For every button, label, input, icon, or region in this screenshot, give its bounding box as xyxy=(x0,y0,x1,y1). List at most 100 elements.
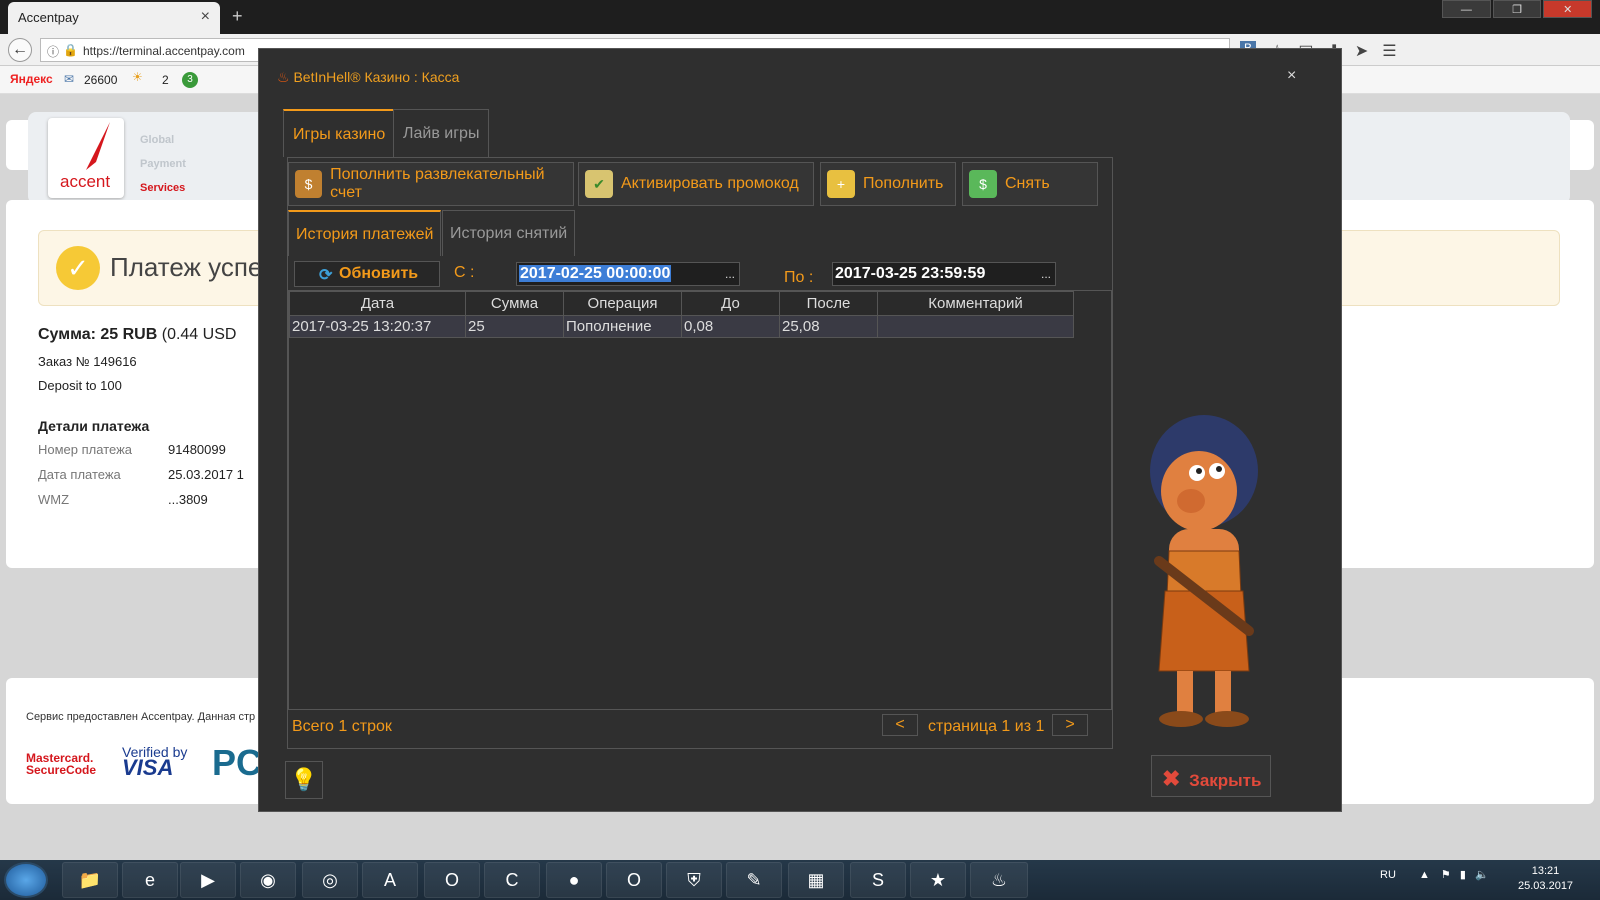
securecode-line: SecureCode xyxy=(26,763,97,777)
tanks-icon[interactable]: ⛨ xyxy=(666,862,722,898)
app-c-icon[interactable]: C xyxy=(484,862,540,898)
badge[interactable]: 3 xyxy=(182,72,198,88)
close-button[interactable]: ✖ Закрыть xyxy=(1151,755,1271,797)
weather-value[interactable]: 2 xyxy=(162,73,169,87)
betinhell-icon[interactable]: ♨ xyxy=(970,862,1028,898)
dialog-title: ♨ BetInHell® Казино : Касса xyxy=(277,69,459,86)
detail-value: 25.03.2017 1 xyxy=(168,467,244,482)
new-tab-icon[interactable]: + xyxy=(232,6,243,27)
visa-logo: Verified by VISA xyxy=(122,744,187,780)
info-icon[interactable]: ⓘ xyxy=(47,43,59,60)
flag-icon[interactable]: ⚑ xyxy=(1441,869,1451,881)
chrome-icon[interactable]: ◎ xyxy=(302,862,358,898)
details-title: Детали платежа xyxy=(38,418,150,434)
topup-button[interactable]: + Пополнить xyxy=(820,162,956,206)
tab-close-icon[interactable]: × xyxy=(201,8,210,26)
tab-payment-history[interactable]: История платежей xyxy=(288,210,442,256)
send-icon[interactable]: ➤ xyxy=(1355,41,1368,61)
col-operation[interactable]: Операция xyxy=(563,291,682,316)
to-date-picker-button[interactable]: ... xyxy=(1036,262,1056,286)
green-a-icon[interactable]: A xyxy=(362,862,418,898)
refresh-button[interactable]: ⟳ Обновить xyxy=(294,261,440,287)
window-close-icon[interactable]: ✕ xyxy=(1543,0,1593,18)
logo-mark-icon xyxy=(86,122,110,170)
clock-date: 25.03.2017 xyxy=(1518,880,1574,892)
detail-value: ...3809 xyxy=(168,492,208,507)
back-arrow-icon[interactable]: ← xyxy=(8,38,32,62)
coins-plus-icon: + xyxy=(827,170,855,198)
detail-value: 91480099 xyxy=(168,442,226,457)
promo-button[interactable]: ✔ Активировать промокод xyxy=(578,162,814,206)
brk-icon[interactable]: ● xyxy=(546,862,602,898)
dialog-close-icon[interactable]: × xyxy=(1287,67,1296,85)
maximize-icon[interactable]: ❐ xyxy=(1492,0,1542,18)
firefox-icon[interactable]: ◉ xyxy=(240,862,296,898)
withdraw-button[interactable]: $ Снять xyxy=(962,162,1098,206)
table-row[interactable]: 2017-03-25 13:20:37 25 Пополнение 0,08 2… xyxy=(289,315,1074,338)
lightbulb-icon[interactable]: 💡 xyxy=(285,761,323,799)
ie-icon[interactable]: e xyxy=(122,862,178,898)
lock-icon: 🔒 xyxy=(63,43,78,57)
mail-icon: ✉ xyxy=(64,72,75,86)
deposit-fun-button[interactable]: $ Пополнить развлекательный счет xyxy=(288,162,574,206)
chart-app-icon[interactable]: ▦ xyxy=(788,862,844,898)
volume-icon[interactable]: 🔈 xyxy=(1475,869,1489,881)
refresh-icon: ⟳ xyxy=(319,267,333,284)
logo-text: accent xyxy=(60,172,111,191)
media-player-icon[interactable]: ▶ xyxy=(180,862,236,898)
detail-label: WMZ xyxy=(38,492,70,507)
detail-row: Дата платежа 25.03.2017 1 xyxy=(38,467,244,482)
from-date-picker-button[interactable]: ... xyxy=(720,262,740,286)
prev-page-button[interactable]: < xyxy=(882,714,918,736)
mastercard-logo: Mastercard. SecureCode xyxy=(26,752,96,776)
tab-withdraw-history[interactable]: История снятий xyxy=(442,210,576,256)
col-after[interactable]: После xyxy=(779,291,878,316)
pokerstars-icon[interactable]: ★ xyxy=(910,862,966,898)
order-number: Заказ № 149616 xyxy=(38,354,137,369)
clock[interactable]: 13:21 25.03.2017 xyxy=(1518,864,1573,894)
cell-sum: 25 xyxy=(465,315,564,338)
from-label: С : xyxy=(454,264,475,281)
tab-title: Accentpay xyxy=(18,10,79,25)
visa-text: VISA xyxy=(122,755,174,780)
tab-casino-games[interactable]: Игры казино xyxy=(283,109,396,157)
total-rows: Всего 1 строк xyxy=(292,718,392,735)
col-comment[interactable]: Комментарий xyxy=(877,291,1074,316)
table-header-row: Дата Сумма Операция До После Комментарий xyxy=(289,291,1074,316)
language-indicator[interactable]: RU xyxy=(1380,869,1396,881)
tab-live-games[interactable]: Лайв игры xyxy=(393,109,490,157)
menu-icon[interactable]: ☰ xyxy=(1382,41,1396,61)
start-button-icon[interactable] xyxy=(4,862,48,898)
notes-icon[interactable]: ✎ xyxy=(726,862,782,898)
opera-gx-icon[interactable]: O xyxy=(606,862,662,898)
deposit-text: Deposit to 100 xyxy=(38,378,122,393)
dialog-title-text: BetInHell® Казино : Касса xyxy=(293,69,460,85)
opera-icon[interactable]: O xyxy=(424,862,480,898)
gps-services: Services xyxy=(140,182,186,194)
network-icon[interactable]: ▮ xyxy=(1460,869,1466,881)
sum-label: Сумма: 25 RUB xyxy=(38,326,158,343)
to-label: По : xyxy=(784,269,814,286)
cell-date: 2017-03-25 13:20:37 xyxy=(289,315,466,338)
deposit-fun-label: Пополнить развлекательный счет xyxy=(330,166,545,201)
col-sum[interactable]: Сумма xyxy=(465,291,564,316)
history-table-container: Дата Сумма Операция До После Комментарий… xyxy=(288,290,1112,710)
history-table: Дата Сумма Операция До После Комментарий… xyxy=(289,291,1074,338)
gps-global: Global xyxy=(140,134,175,146)
page-info: страница 1 из 1 xyxy=(928,718,1045,735)
to-date-input[interactable]: 2017-03-25 23:59:59 xyxy=(832,262,1056,286)
from-date-input[interactable]: 2017-02-25 00:00:00 xyxy=(516,262,740,286)
browser-tab[interactable]: Accentpay × xyxy=(8,2,220,34)
yandex-link[interactable]: Яндекс xyxy=(10,72,53,86)
minimize-icon[interactable]: — xyxy=(1442,0,1491,18)
col-date[interactable]: Дата xyxy=(289,291,466,316)
next-page-button[interactable]: > xyxy=(1052,714,1088,736)
tray-arrow-icon[interactable]: ▲ xyxy=(1419,869,1430,881)
browser-tab-bar: Accentpay × + — ❐ ✕ xyxy=(0,0,1600,34)
caveman-mascot xyxy=(1150,415,1258,727)
mail-count[interactable]: 26600 xyxy=(84,73,117,87)
refresh-label: Обновить xyxy=(339,265,419,282)
skype-icon[interactable]: S xyxy=(850,862,906,898)
explorer-icon[interactable]: 📁 xyxy=(62,862,118,898)
col-before[interactable]: До xyxy=(681,291,780,316)
